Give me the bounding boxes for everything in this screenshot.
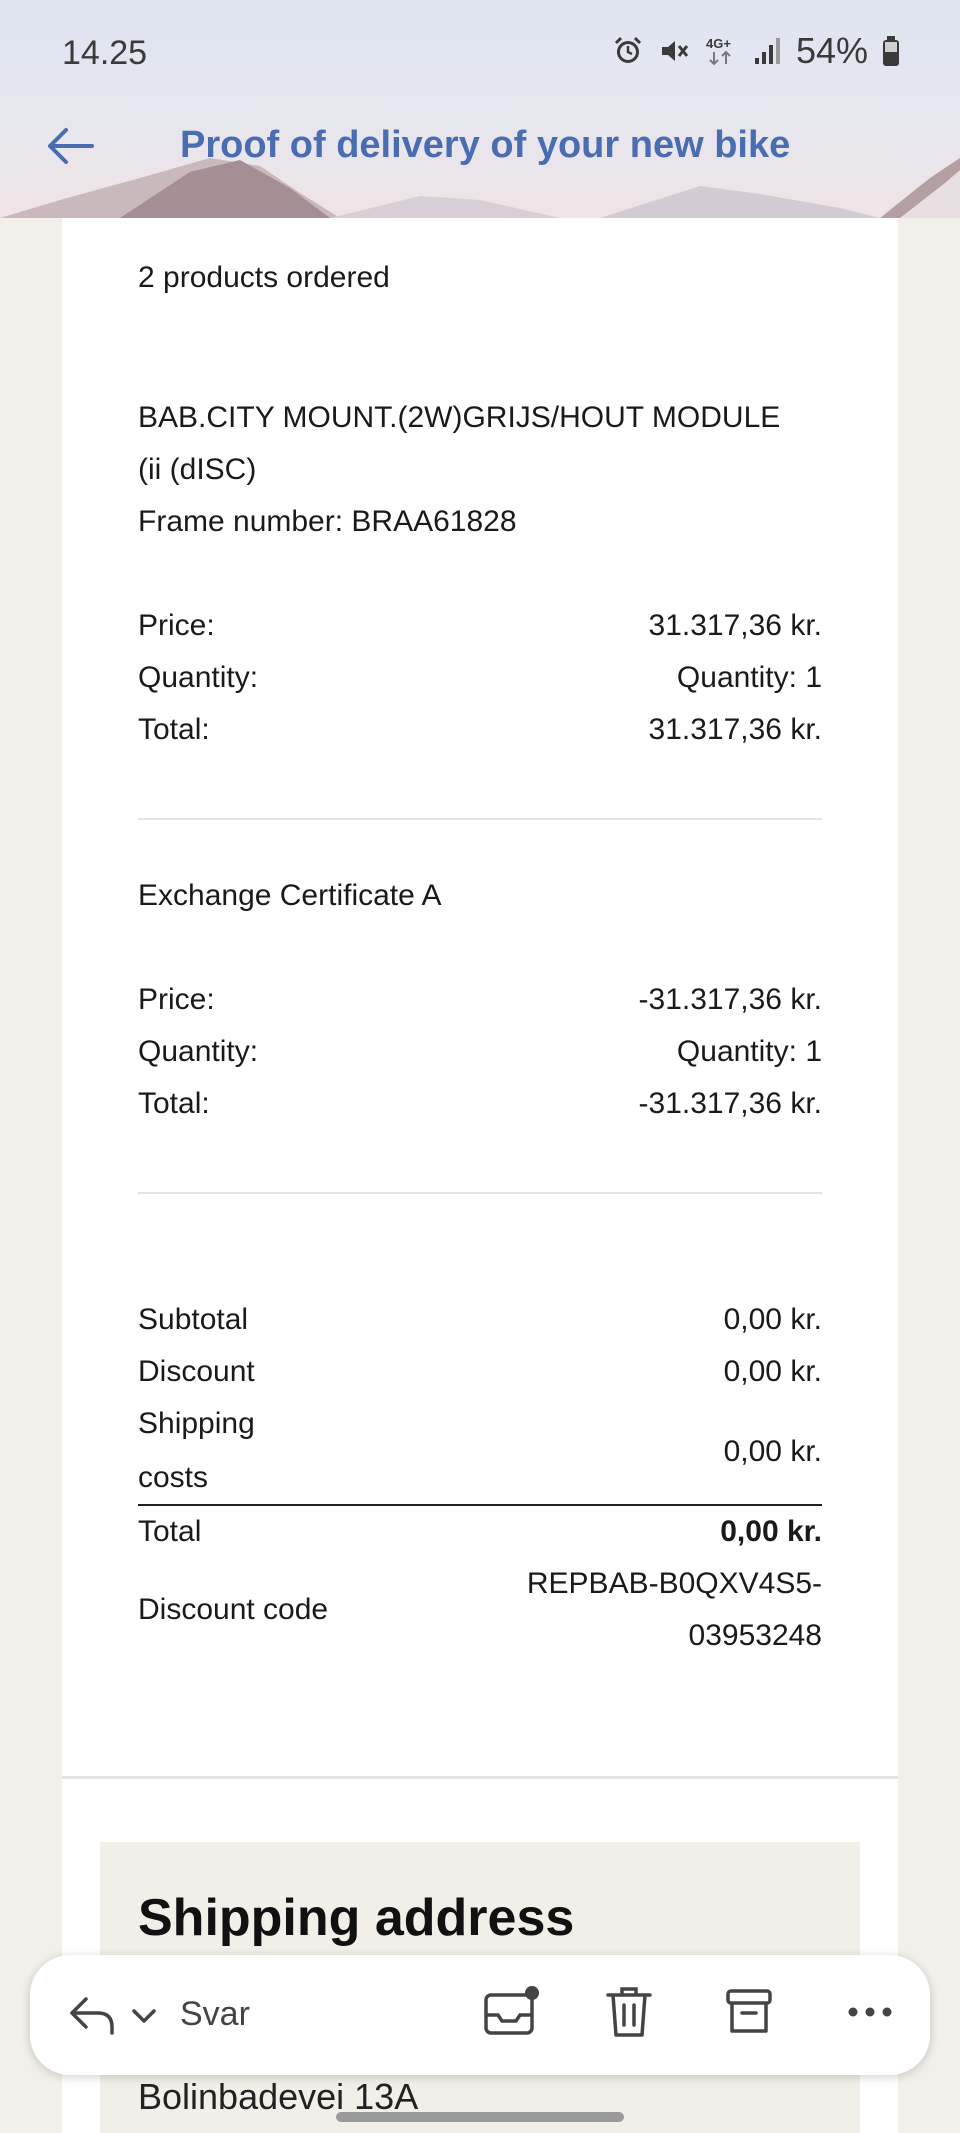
- total-value: -31.317,36 kr.: [638, 1087, 822, 1120]
- products-count: 2 products ordered: [138, 261, 390, 294]
- network-label: 4G+: [706, 36, 731, 51]
- chevron-down-icon[interactable]: [130, 2007, 158, 2025]
- status-bar: 14.25 4G+ 54%: [0, 0, 960, 108]
- shipping-label-line1: Shipping: [138, 1407, 255, 1440]
- quantity-value: Quantity: 1: [676, 1035, 822, 1068]
- frame-number: Frame number: BRAA61828: [138, 505, 517, 538]
- grand-total-value: 0,00 kr.: [720, 1515, 822, 1548]
- shipping-address-title: Shipping address: [138, 1889, 575, 1947]
- discount-label: Discount: [138, 1355, 255, 1388]
- discount-value: 0,00 kr.: [723, 1355, 822, 1388]
- grand-total-label: Total: [138, 1515, 202, 1548]
- delete-icon[interactable]: [604, 1985, 654, 2041]
- price-label: Price:: [138, 983, 215, 1016]
- app-header: 14.25 4G+ 54% Proof of delivery of your …: [0, 0, 960, 218]
- reply-icon[interactable]: [68, 1993, 118, 2037]
- back-arrow-icon[interactable]: [44, 120, 96, 172]
- total-label: Total:: [138, 1087, 210, 1120]
- mute-icon: [661, 41, 689, 61]
- quantity-value: Quantity: 1: [676, 661, 822, 694]
- subtotal-value: 0,00 kr.: [723, 1303, 822, 1336]
- discount-code-line1[interactable]: REPBAB-B0QXV4S5-: [527, 1558, 822, 1610]
- network-4g-icon: 4G+: [706, 36, 731, 66]
- discount-code-line2[interactable]: 03953248: [689, 1610, 822, 1662]
- subtotal-label: Subtotal: [138, 1303, 249, 1336]
- item-divider: [138, 1192, 822, 1194]
- archive-icon[interactable]: [724, 1985, 774, 2039]
- clock: 14.25: [62, 34, 148, 72]
- shipping-value: 0,00 kr.: [723, 1435, 822, 1468]
- quantity-label: Quantity:: [138, 1035, 259, 1068]
- price-label: Price:: [138, 609, 215, 642]
- signal-icon: [754, 38, 780, 64]
- battery-percentage: 54%: [795, 30, 868, 71]
- item-name-line1: Exchange Certificate A: [138, 879, 442, 912]
- email-action-bar: Svar: [30, 1955, 930, 2075]
- shipping-label-line2: costs: [138, 1461, 209, 1494]
- mark-unread-icon[interactable]: [482, 1985, 540, 2039]
- discount-code-label: Discount code: [138, 1593, 329, 1626]
- price-value: 31.317,36 kr.: [648, 609, 822, 642]
- quantity-label: Quantity:: [138, 661, 259, 694]
- price-value: -31.317,36 kr.: [638, 983, 822, 1016]
- page-title: Proof of delivery of your new bike: [180, 124, 791, 166]
- status-icons: 4G+ 54%: [612, 30, 900, 72]
- total-value: 31.317,36 kr.: [648, 713, 822, 746]
- alarm-icon: [614, 36, 641, 63]
- battery-icon: [883, 36, 899, 66]
- total-label: Total:: [138, 713, 210, 746]
- home-indicator[interactable]: [336, 2112, 624, 2122]
- item-name-line2: (ii (dISC): [138, 453, 257, 486]
- item-divider: [138, 818, 822, 820]
- item-name-line1: BAB.CITY MOUNT.(2W)GRIJS/HOUT MODULE: [138, 401, 781, 434]
- reply-button-label[interactable]: Svar: [180, 1995, 250, 2034]
- more-icon[interactable]: [846, 2005, 894, 2019]
